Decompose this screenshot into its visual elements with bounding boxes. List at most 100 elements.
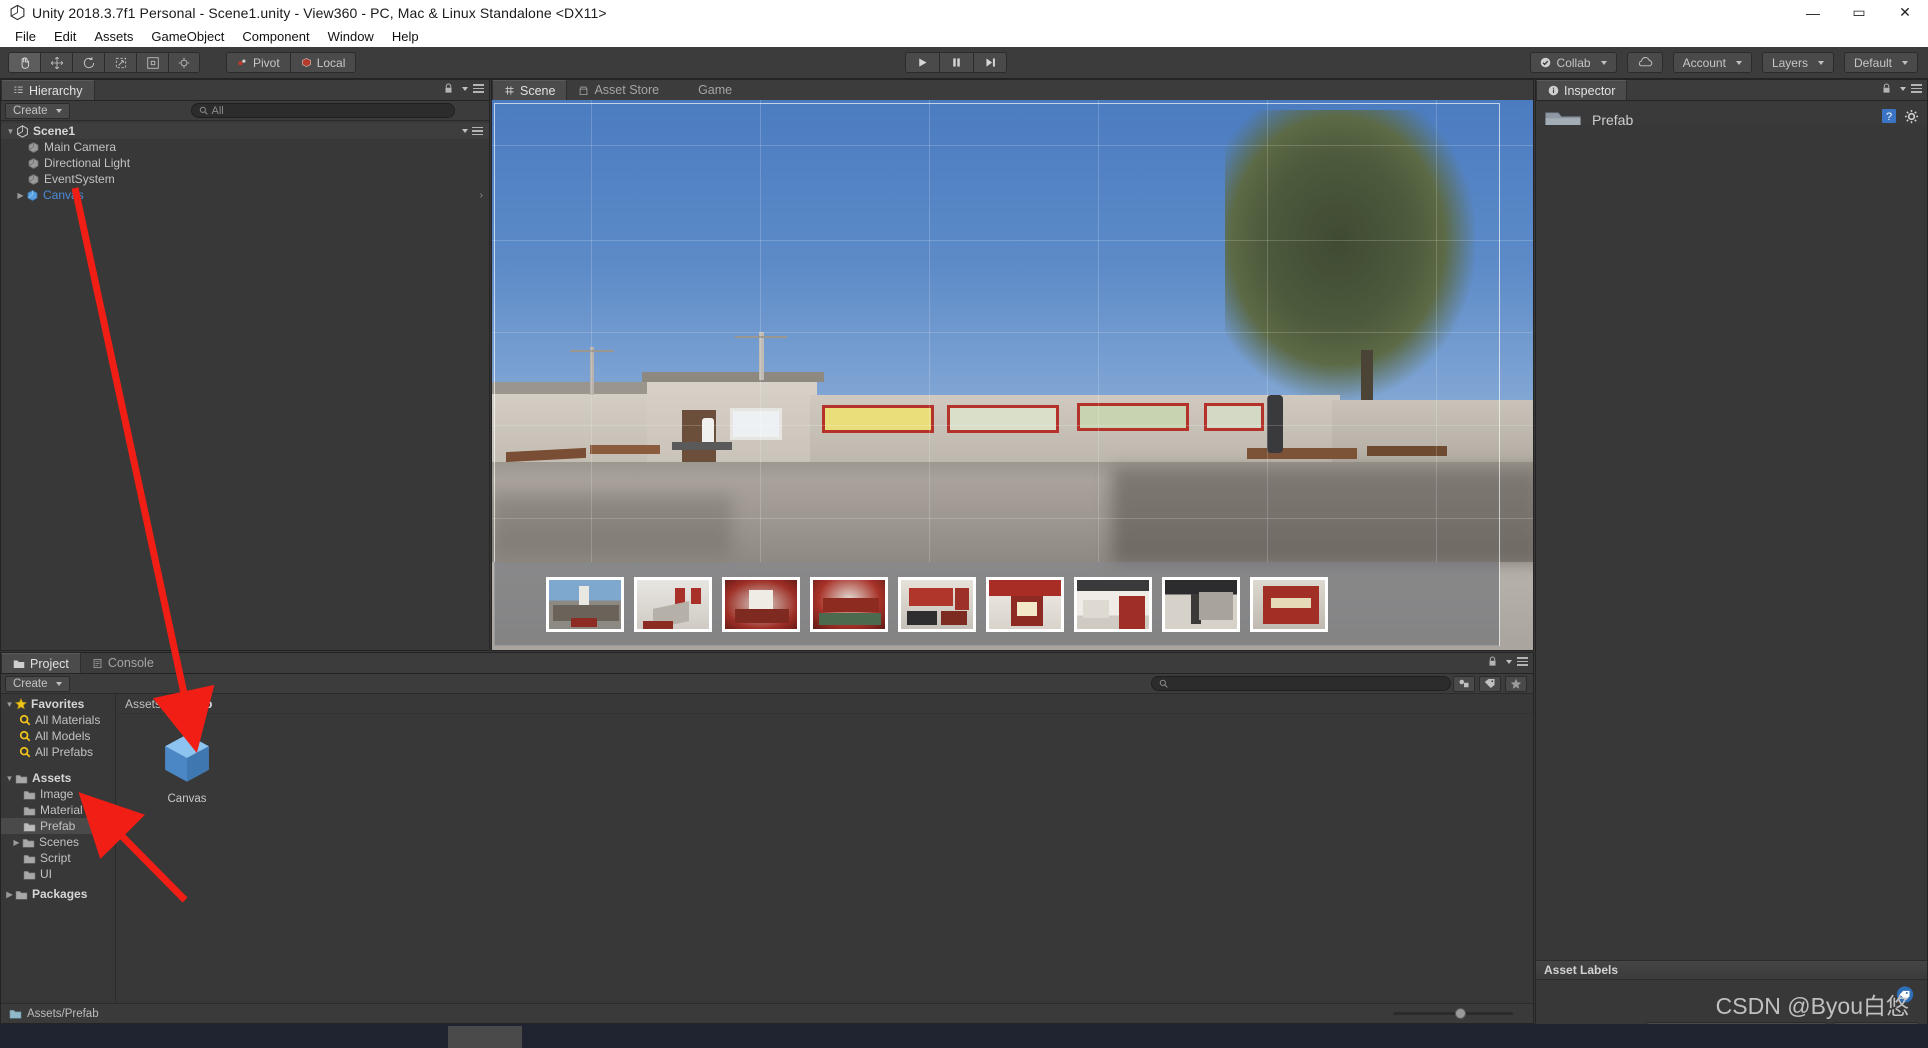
step-button[interactable] <box>973 52 1007 73</box>
project-folder-ui[interactable]: UI <box>1 866 115 882</box>
project-folder-image[interactable]: Image <box>1 786 115 802</box>
hierarchy-item-main-camera[interactable]: Main Camera <box>1 139 489 155</box>
lock-icon[interactable] <box>1488 656 1497 667</box>
rect-tool-icon[interactable] <box>136 52 168 73</box>
help-icon[interactable]: ? <box>1881 108 1897 124</box>
hierarchy-scene-root[interactable]: ▼ Scene1 <box>1 123 489 139</box>
project-folder-label: Prefab <box>40 819 76 833</box>
thumbnail-item[interactable] <box>546 576 624 632</box>
thumbnail-item[interactable] <box>634 576 712 632</box>
hand-tool-icon[interactable] <box>8 52 40 73</box>
tab-inspector[interactable]: Inspector <box>1536 80 1628 100</box>
project-search-input[interactable] <box>1151 676 1451 691</box>
filter-by-type-icon[interactable] <box>1453 675 1475 692</box>
taskbar-active-window[interactable] <box>448 1026 522 1048</box>
gameobject-cube-icon <box>28 157 39 169</box>
pivot-toggle[interactable]: Pivot <box>226 52 290 73</box>
menu-assets[interactable]: Assets <box>85 27 142 46</box>
scene-menu-icon[interactable] <box>472 126 483 136</box>
gamepad-icon <box>684 86 688 94</box>
project-tabstrip: Project Console <box>1 653 1533 674</box>
gear-icon[interactable] <box>1904 109 1919 124</box>
menu-file[interactable]: File <box>6 27 45 46</box>
close-button[interactable]: ✕ <box>1882 0 1928 25</box>
chevron-right-icon[interactable]: ▶ <box>4 890 15 899</box>
maximize-button[interactable]: ▭ <box>1836 0 1882 25</box>
chevron-right-icon[interactable]: › <box>480 190 483 201</box>
project-folder-script[interactable]: Script <box>1 850 115 866</box>
thumbnail-item[interactable] <box>810 576 888 632</box>
minimize-button[interactable]: — <box>1790 0 1836 25</box>
project-create-button[interactable]: Create <box>5 675 70 692</box>
cloud-services-button[interactable] <box>1626 52 1663 73</box>
project-folder-scenes[interactable]: ▶ Scenes <box>1 834 115 850</box>
project-tab-controls <box>1488 656 1528 667</box>
asset-item-canvas[interactable]: Canvas <box>142 729 232 805</box>
hierarchy-create-button[interactable]: Create <box>5 102 70 119</box>
chevron-down-icon[interactable]: ▼ <box>5 127 16 136</box>
slider-track <box>1393 1011 1513 1015</box>
rotate-tool-icon[interactable] <box>72 52 104 73</box>
lock-icon[interactable] <box>444 83 453 94</box>
scene-viewport[interactable] <box>492 100 1533 650</box>
tab-console[interactable]: Console <box>81 653 166 673</box>
project-favorite-all-models[interactable]: All Models <box>1 728 115 744</box>
chevron-down-icon[interactable]: ▼ <box>4 774 15 783</box>
play-button[interactable] <box>905 52 939 73</box>
chevron-down-icon[interactable]: ▼ <box>4 700 15 709</box>
favorites-star-icon[interactable] <box>1505 675 1527 692</box>
tab-project[interactable]: Project <box>1 653 81 673</box>
inspector-menu-icon[interactable] <box>1911 84 1922 93</box>
collab-button[interactable]: Collab <box>1529 52 1617 73</box>
project-favorites-root[interactable]: ▼ Favorites <box>1 696 115 712</box>
tab-game[interactable]: Game <box>671 80 744 100</box>
chevron-right-icon[interactable]: ▶ <box>11 838 22 847</box>
move-tool-icon[interactable] <box>40 52 72 73</box>
breadcrumb-prefab[interactable]: Prefab <box>175 697 212 711</box>
project-favorite-label: All Prefabs <box>35 745 94 759</box>
local-toggle[interactable]: Local <box>289 52 357 73</box>
tab-hierarchy[interactable]: Hierarchy <box>1 80 95 100</box>
thumbnail-item[interactable] <box>1250 576 1328 632</box>
thumbnail-item[interactable] <box>986 576 1064 632</box>
breadcrumb-assets[interactable]: Assets <box>125 697 161 711</box>
menu-help[interactable]: Help <box>383 27 428 46</box>
star-icon <box>15 698 27 710</box>
project-assets-root[interactable]: ▼ Assets <box>1 770 115 786</box>
tab-asset-store[interactable]: Asset Store <box>567 80 671 100</box>
project-folder-material[interactable]: Material <box>1 802 115 818</box>
project-menu-icon[interactable] <box>1517 657 1528 666</box>
scale-tool-icon[interactable] <box>104 52 136 73</box>
thumbnail-item[interactable] <box>1162 576 1240 632</box>
menu-edit[interactable]: Edit <box>45 27 85 46</box>
project-content: Assets › Prefab Canvas <box>117 694 1533 1002</box>
project-favorite-all-prefabs[interactable]: All Prefabs <box>1 744 115 760</box>
menu-component[interactable]: Component <box>233 27 318 46</box>
hierarchy-item-directional-light[interactable]: Directional Light <box>1 155 489 171</box>
layers-button[interactable]: Layers <box>1761 52 1834 73</box>
thumbnail-item[interactable] <box>1074 576 1152 632</box>
thumbnail-item[interactable] <box>722 576 800 632</box>
layout-button[interactable]: Default <box>1843 52 1918 73</box>
asset-size-slider[interactable] <box>1393 1007 1513 1019</box>
hierarchy-search-input[interactable]: All <box>190 103 455 118</box>
chevron-down-icon <box>1900 86 1906 91</box>
hierarchy-menu-icon[interactable] <box>473 84 484 93</box>
hierarchy-item-canvas[interactable]: ▶ Canvas › <box>1 187 489 203</box>
menu-gameobject[interactable]: GameObject <box>142 27 233 46</box>
account-button[interactable]: Account <box>1672 52 1752 73</box>
thumbnail-item[interactable] <box>898 576 976 632</box>
filter-by-label-icon[interactable] <box>1479 675 1501 692</box>
chevron-right-icon[interactable]: ▶ <box>15 191 26 200</box>
pause-button[interactable] <box>939 52 973 73</box>
slider-knob[interactable] <box>1455 1007 1466 1019</box>
project-favorite-all-materials[interactable]: All Materials <box>1 712 115 728</box>
layout-label: Default <box>1853 55 1892 70</box>
lock-icon[interactable] <box>1882 83 1891 94</box>
project-folder-prefab[interactable]: Prefab <box>1 818 115 834</box>
hierarchy-item-eventsystem[interactable]: EventSystem <box>1 171 489 187</box>
transform-tool-icon[interactable] <box>168 52 200 73</box>
project-packages-root[interactable]: ▶ Packages <box>1 886 115 902</box>
tab-scene[interactable]: Scene <box>492 80 568 100</box>
menu-window[interactable]: Window <box>319 27 383 46</box>
